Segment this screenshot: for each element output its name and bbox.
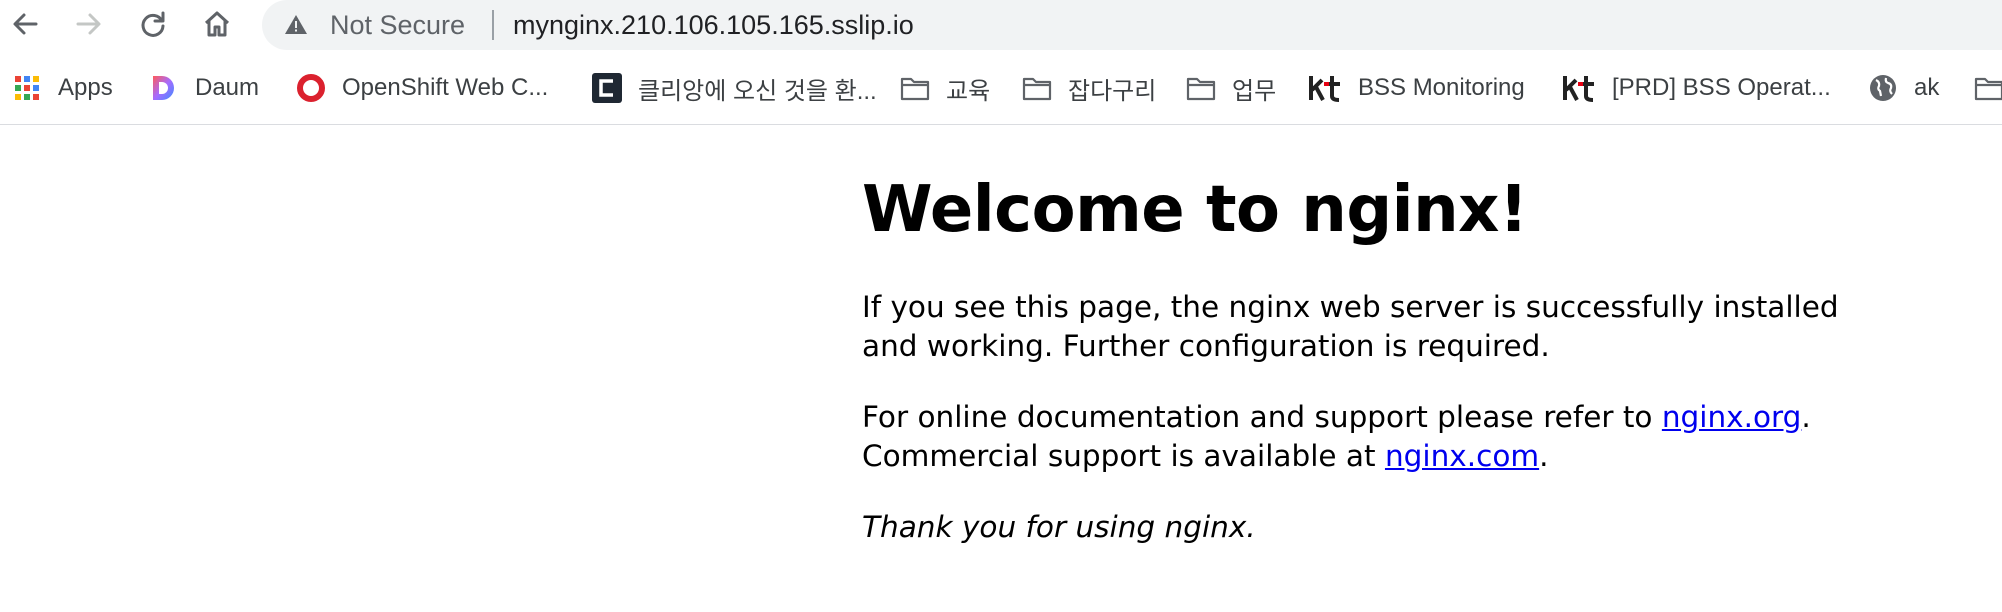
punctuation: . [1801, 400, 1811, 434]
kt-logo-icon [1562, 73, 1596, 103]
page-content: Welcome to nginx! If you see this page, … [862, 168, 1862, 544]
globe-icon [1868, 73, 1898, 103]
nginx-org-link[interactable]: nginx.org [1662, 400, 1802, 434]
bookmark-clien[interactable]: 클리앙에 오신 것을 환... [592, 66, 877, 110]
bookmark-prd-bss[interactable]: [PRD] BSS Operat... [1562, 66, 1831, 110]
thank-you-text: Thank you for using nginx. [862, 510, 1256, 544]
bookmark-label: OpenShift Web C... [342, 74, 549, 101]
bookmark-label: 교육 [946, 77, 991, 105]
support-paragraph: For online documentation and support ple… [862, 398, 1862, 476]
bookmark-folder-work[interactable]: 업무 [1186, 66, 1276, 110]
bookmark-label: BSS Monitoring [1358, 74, 1525, 101]
warning-triangle-icon[interactable] [284, 13, 308, 37]
kt-logo-icon [1308, 73, 1342, 103]
bookmark-label: Daum [195, 74, 260, 101]
reload-button[interactable] [131, 2, 175, 46]
address-bar[interactable]: Not Secure mynginx.210.106.105.165.sslip… [262, 0, 2002, 50]
page-title: Welcome to nginx! [862, 173, 1528, 247]
bookmark-openshift[interactable]: OpenShift Web C... [296, 66, 548, 110]
support-text: For online documentation and support ple… [862, 400, 1662, 434]
browser-toolbar: Not Secure mynginx.210.106.105.165.sslip… [0, 0, 2002, 50]
security-label[interactable]: Not Secure [330, 10, 465, 40]
bookmark-ak[interactable]: ak [1868, 66, 1939, 110]
bookmark-folder-overflow[interactable] [1974, 66, 2002, 110]
folder-icon [1186, 73, 1216, 103]
nginx-com-link[interactable]: nginx.com [1385, 439, 1539, 473]
clien-logo-icon [592, 73, 622, 103]
intro-paragraph: If you see this page, the nginx web serv… [862, 290, 1839, 363]
bookmarks-bar: Apps Daum OpenShift Web C... 클리앙에 오신 것을 … [0, 66, 2002, 110]
daum-logo-icon [149, 73, 179, 103]
home-button[interactable] [195, 2, 239, 46]
bookmark-label: ak [1914, 74, 1940, 101]
home-icon [204, 11, 230, 37]
forward-button[interactable] [67, 2, 111, 46]
bookmark-apps[interactable]: Apps [12, 66, 113, 110]
toolbar-divider [0, 124, 2002, 125]
bookmark-label: 잡다구리 [1068, 77, 1157, 105]
folder-icon [900, 73, 930, 103]
folder-icon [1974, 73, 2002, 103]
url-text[interactable]: mynginx.210.106.105.165.sslip.io [513, 10, 914, 40]
bookmark-label: 업무 [1232, 77, 1277, 105]
reload-icon [141, 11, 165, 37]
bookmark-folder-education[interactable]: 교육 [900, 66, 990, 110]
bookmark-label: Apps [58, 74, 113, 101]
arrow-right-icon [76, 13, 101, 35]
bookmark-bss-monitoring[interactable]: BSS Monitoring [1308, 66, 1525, 110]
bookmark-label: [PRD] BSS Operat... [1612, 74, 1831, 101]
commercial-support-text: Commercial support is available at [862, 439, 1385, 473]
bookmark-label: 클리앙에 오신 것을 환... [638, 77, 877, 105]
arrow-left-icon [13, 13, 38, 35]
bookmark-daum[interactable]: Daum [149, 66, 259, 110]
back-button[interactable] [3, 2, 47, 46]
apps-grid-icon [12, 73, 42, 103]
address-separator [492, 10, 494, 40]
openshift-logo-icon [296, 73, 326, 103]
bookmark-folder-misc[interactable]: 잡다구리 [1022, 66, 1156, 110]
punctuation: . [1539, 439, 1549, 473]
folder-icon [1022, 73, 1052, 103]
